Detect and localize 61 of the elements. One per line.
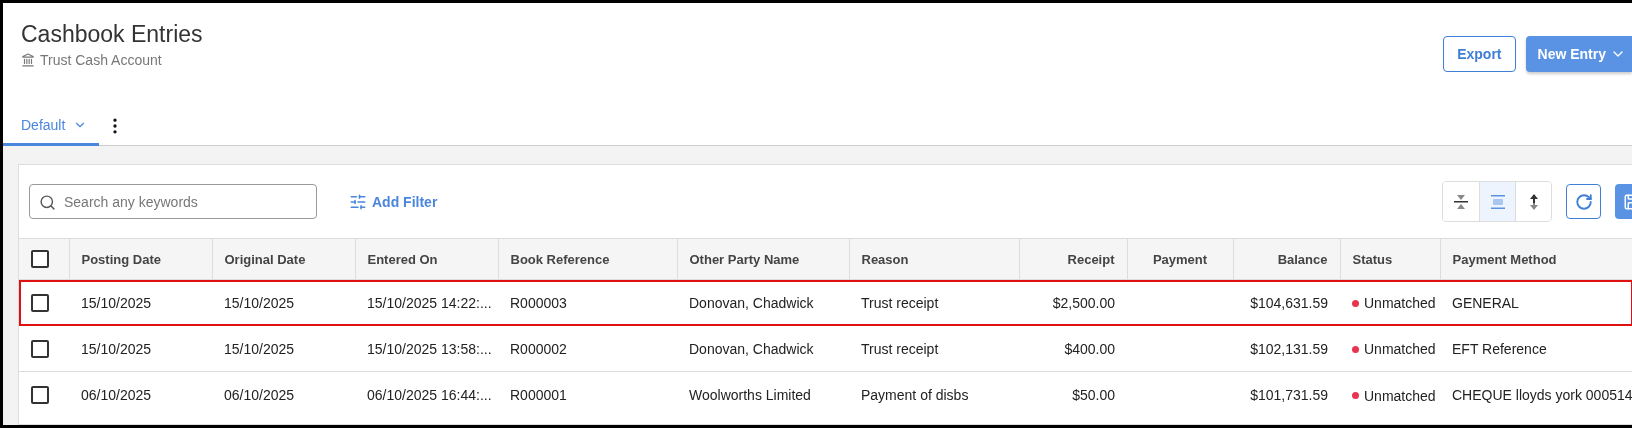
status-dot: [1352, 345, 1359, 353]
table-cell: GENERAL: [1440, 279, 1632, 326]
column-header[interactable]: Receipt: [1019, 238, 1127, 280]
column-header[interactable]: Reason: [849, 238, 1019, 280]
table-cell: Trust receipt: [849, 279, 1019, 326]
table-cell: CHEQUE lloyds york 000514: [1440, 371, 1632, 418]
table-cell: $400.00: [1019, 325, 1127, 372]
table-cell: 15/10/2025 13:58:...: [355, 325, 498, 372]
table-cell: R000001: [498, 371, 677, 418]
search-field[interactable]: Search any keywords: [29, 184, 317, 219]
table-cell: Woolworths Limited: [677, 371, 849, 418]
table-cell: EFT Reference: [1440, 325, 1632, 372]
table-cell: Unmatched: [1340, 279, 1440, 326]
status-dot: [1352, 392, 1359, 399]
bank-icon: [21, 53, 35, 67]
select-all-checkbox[interactable]: [31, 250, 49, 269]
column-header[interactable]: Status: [1340, 238, 1440, 280]
row-checkbox[interactable]: [31, 293, 49, 312]
table-cell: 15/10/2025 14:22:...: [355, 279, 498, 326]
column-header[interactable]: Balance: [1233, 238, 1340, 280]
table-cell: 15/10/2025: [69, 279, 212, 326]
table-cell: Payment of disbs: [849, 371, 1019, 418]
search-icon: [39, 194, 56, 211]
add-filter-button[interactable]: Add Filter: [343, 191, 444, 212]
row-checkbox[interactable]: [31, 385, 49, 404]
page-title: Cashbook Entries: [21, 21, 203, 48]
table-cell: $102,131.59: [1233, 325, 1340, 372]
export-button[interactable]: Export: [1443, 36, 1516, 72]
column-header[interactable]: Book Reference: [498, 238, 677, 280]
table-cell: 06/10/2025: [212, 371, 355, 418]
table-cell: $2,500.00: [1019, 279, 1127, 326]
table-cell: $50.00: [1019, 371, 1127, 418]
table-cell: 15/10/2025: [212, 279, 355, 326]
refresh-button[interactable]: [1566, 184, 1601, 219]
table-cell: 15/10/2025: [212, 325, 355, 372]
table-cell: Unmatched: [1340, 371, 1440, 418]
standard-rows-icon: [1489, 193, 1506, 210]
status-dot: [1352, 299, 1359, 307]
table-cell: Unmatched: [1340, 325, 1440, 372]
sliders-icon: [349, 192, 367, 211]
table-cell: 15/10/2025: [69, 325, 212, 372]
table-cell: $104,631.59: [1233, 279, 1340, 326]
column-header[interactable]: Original Date: [212, 238, 355, 280]
table-cell: 06/10/2025: [69, 371, 212, 418]
table-cell: Trust receipt: [849, 325, 1019, 372]
compact-rows-icon: [1453, 193, 1469, 210]
table-cell: R000003: [498, 279, 677, 326]
column-header[interactable]: Entered On: [355, 238, 498, 280]
table-cell: Donovan, Chadwick: [677, 325, 849, 372]
column-header[interactable]: Payment Method: [1440, 238, 1632, 280]
column-header[interactable]: Other Party Name: [677, 238, 849, 280]
density-button[interactable]: [1515, 182, 1551, 221]
account-name: Trust Cash Account: [40, 52, 162, 68]
table-cell: 06/10/2025 16:44:...: [355, 371, 498, 418]
column-header[interactable]: Posting Date: [69, 238, 212, 280]
table-cell: $101,731.59: [1233, 371, 1340, 418]
row-checkbox[interactable]: [31, 339, 49, 358]
table-cell: Donovan, Chadwick: [677, 279, 849, 326]
refresh-icon: [1574, 192, 1593, 211]
table-cell: R000002: [498, 325, 677, 372]
column-header[interactable]: Payment: [1127, 238, 1233, 280]
